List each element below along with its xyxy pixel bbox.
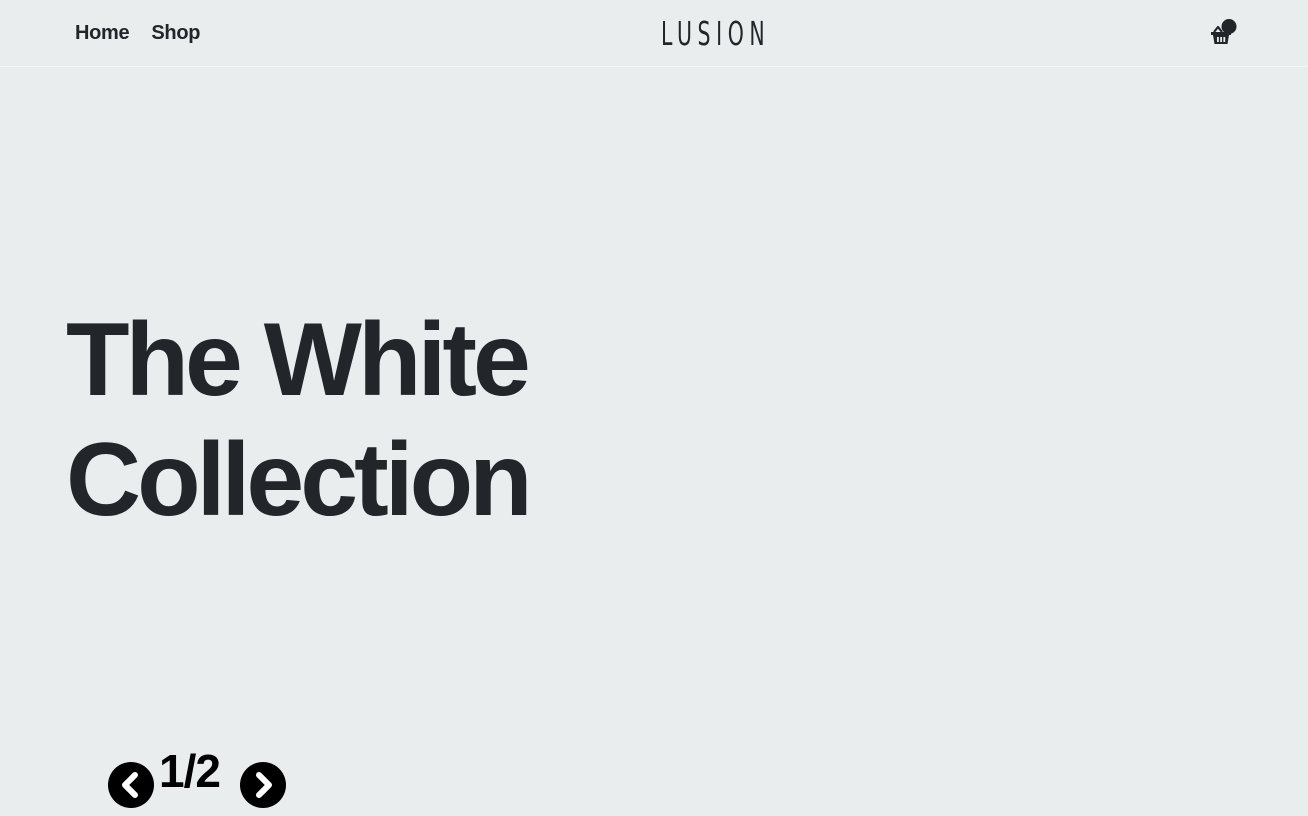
hero-title: The White Collection xyxy=(66,300,533,540)
nav-link-shop[interactable]: Shop xyxy=(151,22,200,45)
shopping-basket-icon xyxy=(1211,19,1237,44)
hero-title-line-1: The White xyxy=(66,302,531,418)
chevron-left-icon xyxy=(122,772,138,798)
site-header: Home Shop LUSION xyxy=(0,0,1308,67)
site-logo[interactable]: LUSION xyxy=(661,16,770,52)
hero-title-line-2: Collection xyxy=(66,422,533,538)
main-nav: Home Shop xyxy=(75,22,200,45)
chevron-right-icon xyxy=(256,772,272,798)
slide-counter: 1/2 xyxy=(159,745,221,797)
next-slide-button[interactable] xyxy=(240,762,286,808)
nav-link-home[interactable]: Home xyxy=(75,22,130,45)
previous-slide-button[interactable] xyxy=(108,762,154,808)
cart-button[interactable] xyxy=(1209,17,1241,47)
